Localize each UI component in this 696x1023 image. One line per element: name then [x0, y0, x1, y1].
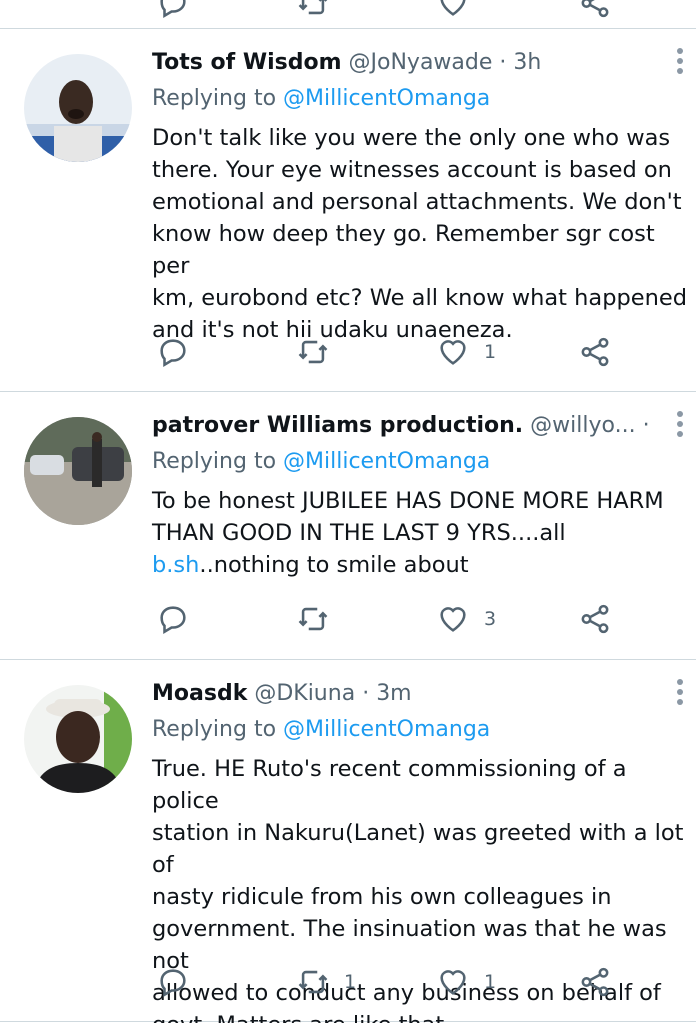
replying-to-label: Replying to [152, 449, 277, 474]
reply-button[interactable] [156, 334, 190, 370]
heart-icon [440, 970, 466, 995]
retweet-count: 1 [344, 971, 357, 993]
share-icon [581, 967, 609, 997]
text-line: there. Your eye witnesses account is bas… [152, 157, 672, 183]
like-count: 3 [484, 608, 497, 630]
action-bar: 1 [152, 334, 672, 370]
tweet[interactable]: patrover Williams production. @willyo...… [0, 392, 696, 660]
text-line: Don't talk like you were the only one wh… [152, 125, 671, 151]
more-options-icon[interactable] [676, 48, 684, 78]
heart-icon [440, 340, 466, 365]
tweet[interactable]: Tots of Wisdom @JoNyawade · 3h Replying … [0, 29, 696, 392]
tweet-text: To be honest JUBILEE HAS DONE MORE HARM … [152, 485, 692, 581]
previous-tweet-actions [0, 0, 696, 29]
retweet-button[interactable]: 1 [296, 964, 356, 1000]
separator-dot: · [362, 681, 370, 706]
heart-icon [440, 607, 466, 632]
like-count: 1 [484, 971, 497, 993]
avatar[interactable] [24, 685, 132, 793]
replying-to: Replying to @MillicentOmanga [152, 714, 490, 746]
tweet-header: patrover Williams production. @willyo...… [152, 410, 656, 442]
retweet-icon [298, 607, 328, 631]
replying-to-label: Replying to [152, 717, 277, 742]
action-bar: 1 1 [152, 964, 672, 1000]
action-bar: 3 [152, 601, 672, 637]
share-button[interactable] [578, 601, 612, 637]
tweet-header: Moasdk @DKiuna · 3m [152, 678, 656, 710]
share-icon[interactable] [578, 0, 612, 20]
text-line: THAN GOOD IN THE LAST 9 YRS....all [152, 520, 566, 546]
text-line-with-link: b.sh..nothing to smile about [152, 549, 692, 581]
text-line: emotional and personal attachments. We d… [152, 189, 682, 215]
text-line: True. HE Ruto's recent commissioning of … [152, 756, 627, 814]
reply-button[interactable] [156, 964, 190, 1000]
retweet-icon[interactable] [296, 0, 330, 20]
tweet-header: Tots of Wisdom @JoNyawade · 3h [152, 47, 656, 79]
share-icon [581, 337, 609, 367]
reply-icon [160, 339, 186, 368]
more-options-icon[interactable] [676, 411, 684, 441]
text-line: km, eurobond etc? We all know what happe… [152, 285, 687, 311]
text-line: station in Nakuru(Lanet) was greeted wit… [152, 820, 684, 878]
author-handle[interactable]: @DKiuna [254, 681, 355, 706]
shortened-link[interactable]: b.sh [152, 552, 199, 578]
author-handle[interactable]: @JoNyawade [349, 50, 493, 75]
share-button[interactable] [578, 964, 612, 1000]
share-button[interactable] [578, 334, 612, 370]
replying-to-label: Replying to [152, 86, 277, 111]
reply-icon [160, 969, 186, 998]
replying-to: Replying to @MillicentOmanga [152, 446, 490, 478]
avatar[interactable] [24, 54, 132, 162]
tweet-text: Don't talk like you were the only one wh… [152, 122, 692, 346]
retweet-icon [298, 340, 328, 364]
author-name[interactable]: patrover Williams production. [152, 413, 523, 438]
like-button[interactable]: 1 [436, 334, 496, 370]
avatar[interactable] [24, 417, 132, 525]
separator-dot: · [499, 50, 507, 75]
timestamp[interactable]: 3h [513, 50, 541, 75]
like-count: 1 [484, 341, 497, 363]
text-line: To be honest JUBILEE HAS DONE MORE HARM [152, 488, 664, 514]
author-name[interactable]: Tots of Wisdom [152, 50, 342, 75]
tweet[interactable]: Moasdk @DKiuna · 3m Replying to @Millice… [0, 660, 696, 1023]
mention-link[interactable]: @MillicentOmanga [283, 86, 490, 111]
share-icon [581, 604, 609, 634]
reply-button[interactable] [156, 601, 190, 637]
like-button[interactable]: 3 [436, 601, 496, 637]
timestamp[interactable]: 3m [376, 681, 411, 706]
text-line: nasty ridicule from his own colleagues i… [152, 884, 612, 910]
text-fragment: ..nothing to smile about [199, 552, 469, 578]
like-button[interactable]: 1 [436, 964, 496, 1000]
retweet-button[interactable] [296, 334, 330, 370]
retweet-icon [298, 970, 328, 994]
separator-dot: · [642, 413, 650, 438]
reply-icon [160, 606, 186, 635]
reply-icon[interactable] [156, 0, 190, 20]
author-name[interactable]: Moasdk [152, 681, 247, 706]
text-line: govt. Matters are like that. [152, 1009, 692, 1023]
mention-link[interactable]: @MillicentOmanga [283, 717, 490, 742]
more-options-icon[interactable] [676, 679, 684, 709]
text-line: know how deep they go. Remember sgr cost… [152, 221, 655, 279]
heart-icon[interactable] [436, 0, 470, 20]
mention-link[interactable]: @MillicentOmanga [283, 449, 490, 474]
retweet-button[interactable] [296, 601, 330, 637]
author-handle[interactable]: @willyo... [530, 413, 635, 438]
replying-to: Replying to @MillicentOmanga [152, 83, 490, 115]
